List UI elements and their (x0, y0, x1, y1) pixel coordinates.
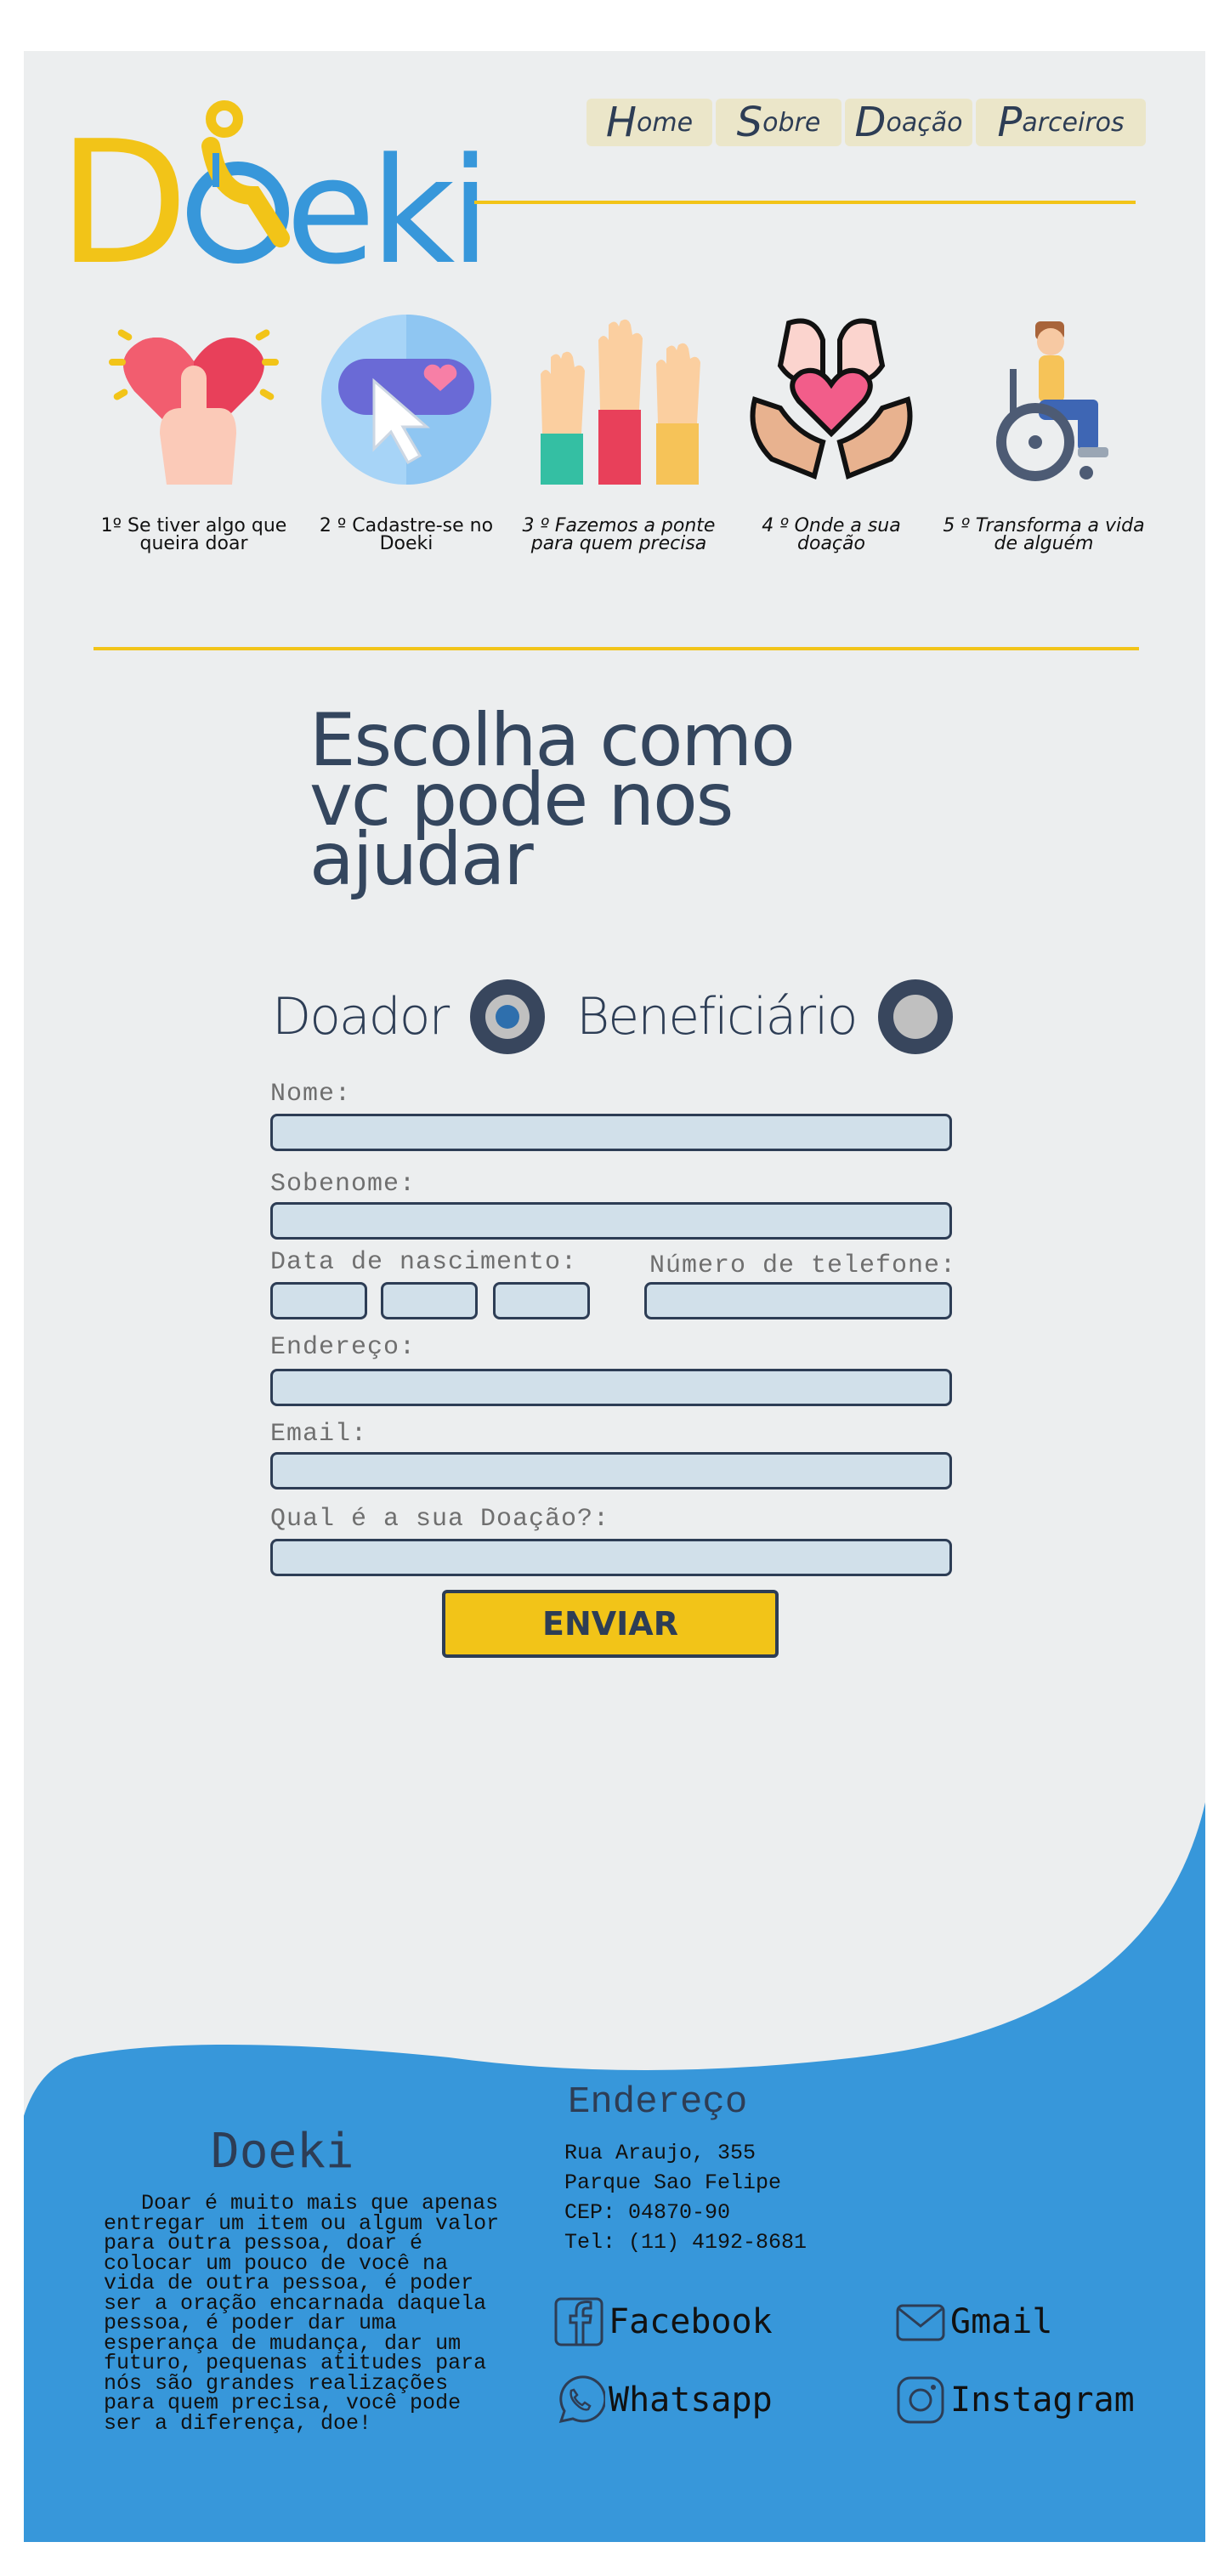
nav-home-initial: H (605, 99, 638, 146)
nav-parceiros-label: arceiros (1022, 107, 1125, 138)
birth-day-input[interactable] (270, 1282, 367, 1319)
nav-parceiros-initial: P (997, 99, 1023, 146)
role-beneficiary-label: Beneficiário (576, 987, 858, 1047)
facebook-icon (554, 2297, 604, 2346)
address-title: Endereço (568, 2081, 748, 2124)
nav-sobre[interactable]: Sobre (716, 99, 842, 146)
address-phone: Tel: (11) 4192-8681 (564, 2230, 808, 2255)
nav-parceiros[interactable]: Parceiros (976, 99, 1146, 146)
social-instagram[interactable]: Instagram (894, 2374, 1135, 2426)
birth-month-input[interactable] (381, 1282, 478, 1319)
gmail-icon (896, 2304, 945, 2341)
social-gmail[interactable]: Gmail (894, 2295, 1052, 2348)
nav-doacao-label: oação (886, 107, 963, 138)
footer-brand: Doeki (211, 2124, 354, 2179)
step-3: 3 º Fazemos a ponte para quem precisa (517, 306, 721, 553)
step-2: 2 º Cadastre-se no Doeki (304, 306, 508, 553)
wheelchair-icon (996, 321, 1108, 481)
address-street: Rua Araujo, 355 (564, 2141, 756, 2165)
donation-label: Qual é a sua Doação?: (270, 1505, 610, 1534)
doeki-logo[interactable]: D eki (58, 68, 500, 289)
step-4: 4 º Onde a sua doação (729, 306, 933, 553)
social-gmail-label: Gmail (950, 2302, 1053, 2341)
role-beneficiary-radio[interactable] (878, 979, 954, 1054)
birth-year-input[interactable] (493, 1282, 590, 1319)
name-label: Nome: (270, 1080, 352, 1109)
radio-ring (485, 995, 530, 1039)
social-facebook-label: Facebook (609, 2302, 773, 2341)
raised-hands-icon (541, 319, 700, 485)
birth-label: Data de nascimento: (270, 1248, 578, 1277)
hands-heart-icon (750, 318, 913, 480)
click-heart-icon (321, 315, 491, 485)
heart-hand-icon (109, 329, 279, 485)
nav-sobre-label: obre (762, 107, 821, 138)
step-1-label: 1º Se tiver algo que queira doar (100, 515, 287, 554)
role-donor-option[interactable]: Doador (272, 979, 546, 1054)
whatsapp-icon (558, 2375, 605, 2424)
footer-about-text: Doar é muito mais que apenas entregar um… (104, 2191, 500, 2436)
role-beneficiary-option[interactable]: Beneficiário (576, 979, 954, 1054)
social-instagram-label: Instagram (950, 2380, 1135, 2420)
address-label: Endereço: (270, 1333, 416, 1362)
main-nav: Home Sobre Doação Parceiros (586, 99, 1146, 146)
radio-ring (893, 995, 938, 1039)
steps-divider (94, 647, 1139, 650)
email-label: Email: (270, 1420, 368, 1449)
header-divider (474, 201, 1136, 204)
email-input[interactable] (270, 1452, 952, 1489)
phone-input[interactable] (644, 1282, 952, 1319)
step-2-label: 2 º Cadastre-se no Doeki (319, 515, 494, 554)
address-district: Parque Sao Felipe (564, 2170, 782, 2195)
donation-input[interactable] (270, 1539, 952, 1576)
nav-sobre-initial: S (736, 99, 763, 146)
surname-input[interactable] (270, 1202, 952, 1240)
step-4-label: 4 º Onde a sua doação (762, 515, 901, 554)
step-1: 1º Se tiver algo que queira doar (92, 306, 296, 553)
address-cep: CEP: 04870-90 (564, 2200, 731, 2225)
role-donor-radio[interactable] (470, 979, 546, 1054)
page: D eki Home Sobre Doação Parceiros 1º Se … (24, 51, 1205, 2542)
steps-row: 1º Se tiver algo que queira doar 2 º Cad… (92, 306, 1154, 629)
form-headline: Escolha como vc pode nos ajudar (309, 698, 796, 902)
instagram-icon (897, 2376, 944, 2424)
social-whatsapp[interactable]: Whatsapp (552, 2374, 773, 2426)
submit-button[interactable]: ENVIAR (442, 1590, 779, 1658)
step-3-label: 3 º Fazemos a ponte para quem precisa (522, 515, 716, 554)
nav-doacao[interactable]: Doação (845, 99, 972, 146)
svg-text:D: D (58, 105, 189, 289)
radio-selected-dot (496, 1005, 520, 1029)
social-whatsapp-label: Whatsapp (609, 2380, 773, 2420)
svg-text:eki: eki (286, 126, 485, 289)
social-facebook[interactable]: Facebook (552, 2295, 773, 2348)
phone-label: Número de telefone: (649, 1251, 957, 1280)
name-input[interactable] (270, 1114, 952, 1151)
step-5-label: 5 º Transforma a vida de alguém (943, 515, 1145, 554)
nav-home-label: ome (637, 107, 694, 138)
address-input[interactable] (270, 1369, 952, 1406)
step-5: 5 º Transforma a vida de alguém (942, 306, 1146, 553)
nav-home[interactable]: Home (586, 99, 712, 146)
role-donor-label: Doador (272, 987, 450, 1047)
surname-label: Sobenome: (270, 1170, 416, 1199)
nav-doacao-initial: D (854, 99, 887, 146)
